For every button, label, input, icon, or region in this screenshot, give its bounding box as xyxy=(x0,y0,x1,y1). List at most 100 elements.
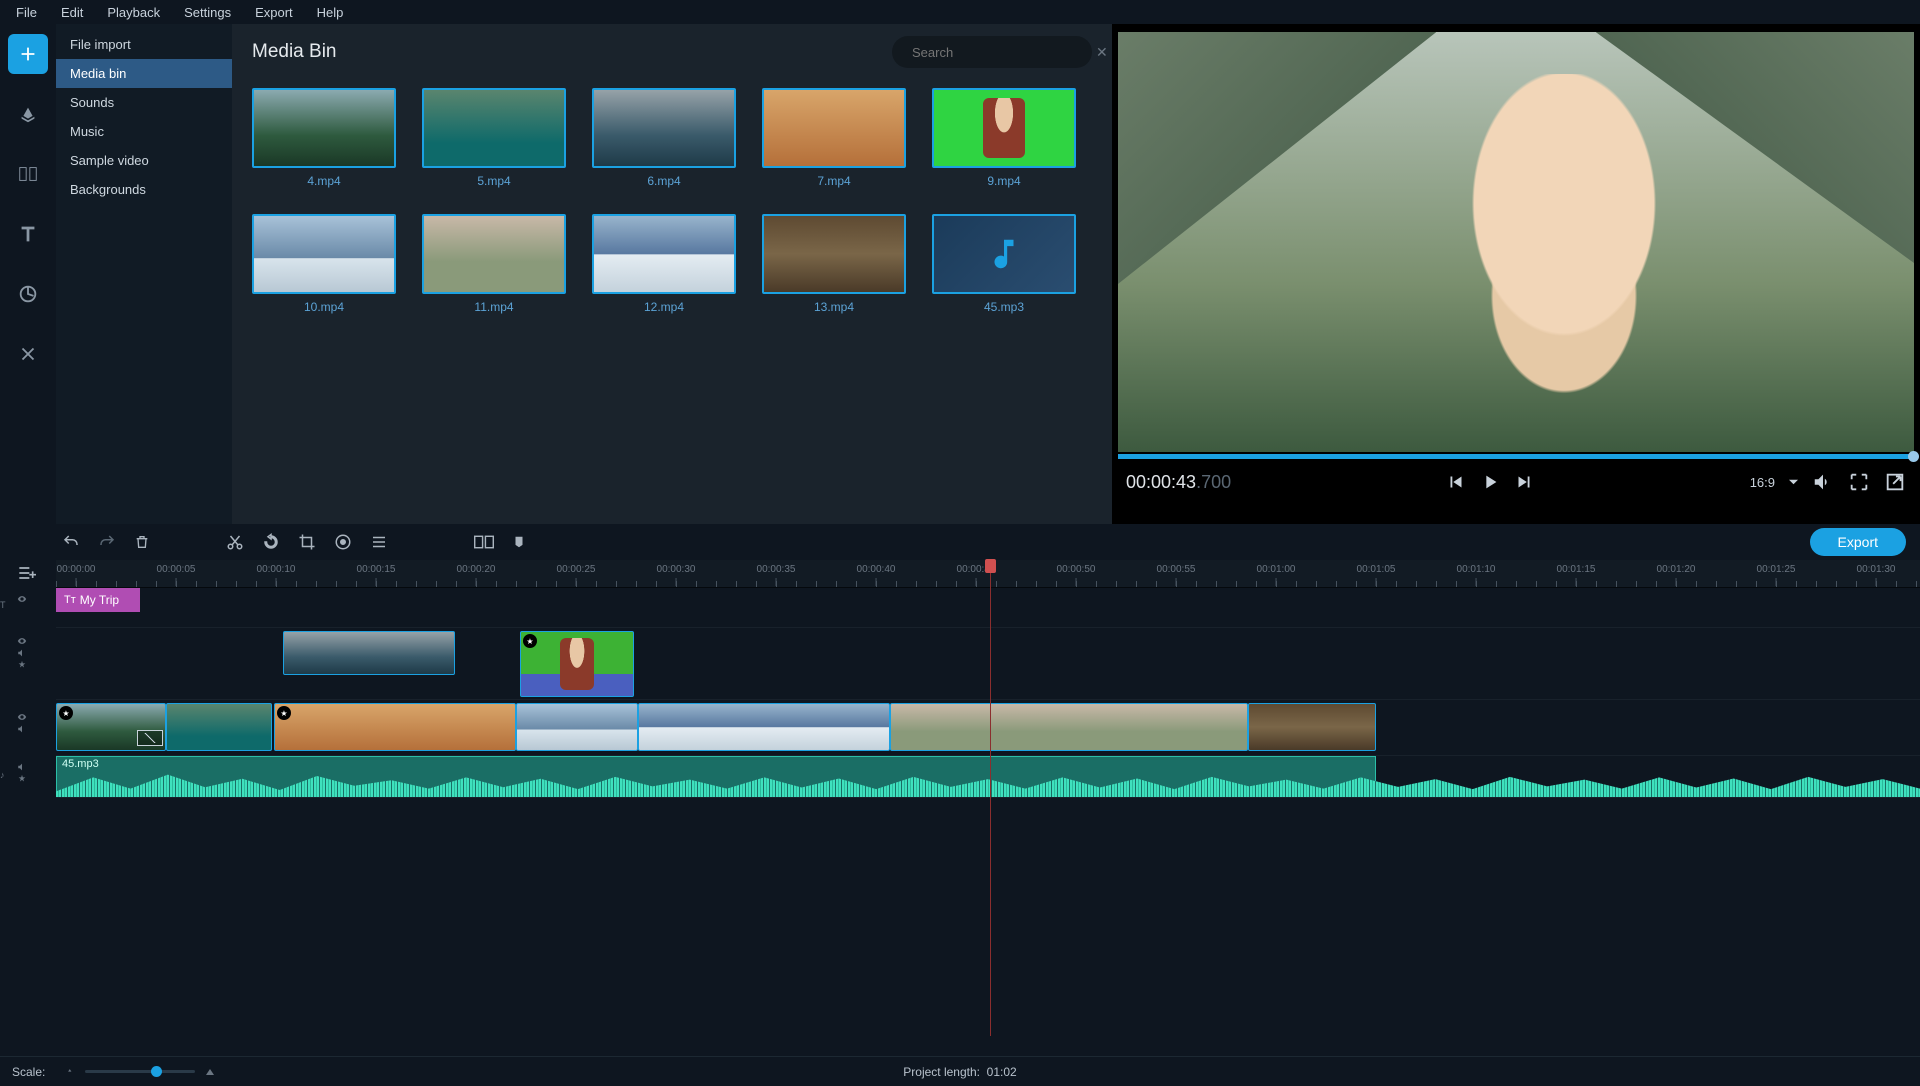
popout-icon[interactable] xyxy=(1884,471,1906,493)
media-thumb[interactable]: 9.mp4 xyxy=(932,88,1076,188)
media-thumb-label: 10.mp4 xyxy=(304,300,344,314)
ruler-tick: 00:00:55 xyxy=(1157,564,1196,575)
video-clip[interactable] xyxy=(516,703,638,751)
rotate-icon[interactable] xyxy=(262,533,280,551)
ruler-tick: 00:01:25 xyxy=(1757,564,1796,575)
add-track-icon[interactable] xyxy=(16,563,36,583)
rail-import-icon[interactable] xyxy=(8,34,48,74)
sidebar-item-sample-video[interactable]: Sample video xyxy=(56,146,232,175)
track-audio-type-icon: ♪ xyxy=(0,770,5,780)
media-thumb-label: 45.mp3 xyxy=(984,300,1024,314)
ruler-tick: 00:00:10 xyxy=(257,564,296,575)
undo-icon[interactable] xyxy=(62,533,80,551)
media-thumb[interactable]: 4.mp4 xyxy=(252,88,396,188)
ruler-tick: 00:00:50 xyxy=(1057,564,1096,575)
preview-controls: 00:00:43.700 16:9 xyxy=(1118,459,1914,505)
sidebar-item-backgrounds[interactable]: Backgrounds xyxy=(56,175,232,204)
overlay-clip[interactable]: ★ xyxy=(520,631,634,697)
aspect-ratio[interactable]: 16:9 xyxy=(1750,475,1775,490)
volume-icon[interactable] xyxy=(1812,471,1834,493)
track-overlay-controls[interactable] xyxy=(16,636,28,670)
sidebar-item-media-bin[interactable]: Media bin xyxy=(56,59,232,88)
crop-icon[interactable] xyxy=(298,533,316,551)
left-rail xyxy=(0,24,56,524)
track-title-controls[interactable] xyxy=(16,594,28,604)
ruler-tick: 00:01:05 xyxy=(1357,564,1396,575)
ruler-tick: 00:00:30 xyxy=(657,564,696,575)
marker-icon[interactable] xyxy=(512,533,526,551)
ruler-tick: 00:01:30 xyxy=(1857,564,1896,575)
menu-bar: File Edit Playback Settings Export Help xyxy=(0,0,1920,24)
media-thumb[interactable]: 10.mp4 xyxy=(252,214,396,314)
export-button[interactable]: Export xyxy=(1810,528,1906,556)
ruler-tick: 00:00:05 xyxy=(157,564,196,575)
transition-icon[interactable] xyxy=(474,533,494,551)
prev-frame-icon[interactable] xyxy=(1445,471,1467,493)
sidebar-item-file-import[interactable]: File import xyxy=(56,30,232,59)
video-clip[interactable] xyxy=(166,703,272,751)
media-thumb-label: 9.mp4 xyxy=(987,174,1020,188)
sidebar: File import Media bin Sounds Music Sampl… xyxy=(56,24,232,524)
sidebar-item-sounds[interactable]: Sounds xyxy=(56,88,232,117)
timeline-toolbar: Export xyxy=(0,524,1920,560)
next-frame-icon[interactable] xyxy=(1513,471,1535,493)
menu-edit[interactable]: Edit xyxy=(49,5,95,20)
zoom-in-icon[interactable] xyxy=(203,1066,217,1078)
timecode: 00:00:43.700 xyxy=(1126,472,1231,493)
menu-export[interactable]: Export xyxy=(243,5,305,20)
rail-transitions-icon[interactable] xyxy=(8,154,48,194)
record-icon[interactable] xyxy=(334,533,352,551)
search-input[interactable] xyxy=(912,45,1088,60)
audio-clip[interactable]: 45.mp3 xyxy=(56,756,1376,792)
play-icon[interactable] xyxy=(1479,471,1501,493)
menu-file[interactable]: File xyxy=(4,5,49,20)
redo-icon[interactable] xyxy=(98,533,116,551)
video-clip[interactable] xyxy=(638,703,890,751)
menu-help[interactable]: Help xyxy=(305,5,356,20)
rail-effects-icon[interactable] xyxy=(8,94,48,134)
media-thumb[interactable]: 6.mp4 xyxy=(592,88,736,188)
media-thumb-label: 6.mp4 xyxy=(647,174,680,188)
sidebar-item-music[interactable]: Music xyxy=(56,117,232,146)
cut-icon[interactable] xyxy=(226,533,244,551)
media-thumb[interactable]: 45.mp3 xyxy=(932,214,1076,314)
scale-label: Scale: xyxy=(12,1065,45,1079)
media-thumb[interactable]: 7.mp4 xyxy=(762,88,906,188)
playhead[interactable] xyxy=(990,560,991,1036)
zoom-out-icon[interactable] xyxy=(65,1067,77,1077)
media-thumb[interactable]: 13.mp4 xyxy=(762,214,906,314)
track-video[interactable]: ★★ xyxy=(56,700,1920,756)
rail-stickers-icon[interactable] xyxy=(8,274,48,314)
video-clip[interactable] xyxy=(1248,703,1376,751)
title-clip[interactable]: Tᴛ My Trip xyxy=(56,588,140,612)
fullscreen-icon[interactable] xyxy=(1848,471,1870,493)
video-clip[interactable] xyxy=(890,703,1248,751)
media-thumb-label: 7.mp4 xyxy=(817,174,850,188)
media-thumb[interactable]: 11.mp4 xyxy=(422,214,566,314)
media-thumb[interactable]: 5.mp4 xyxy=(422,88,566,188)
trash-icon[interactable] xyxy=(134,534,150,550)
media-thumb-label: 4.mp4 xyxy=(307,174,340,188)
rail-tools-icon[interactable] xyxy=(8,334,48,374)
preview-progress[interactable] xyxy=(1118,454,1914,459)
chevron-down-icon[interactable] xyxy=(1789,478,1798,487)
rail-titles-icon[interactable] xyxy=(8,214,48,254)
menu-playback[interactable]: Playback xyxy=(95,5,172,20)
menu-settings[interactable]: Settings xyxy=(172,5,243,20)
media-thumb[interactable]: 12.mp4 xyxy=(592,214,736,314)
video-clip[interactable]: ★ xyxy=(56,703,166,751)
overlay-clip[interactable] xyxy=(283,631,455,675)
track-audio-controls[interactable] xyxy=(16,762,28,784)
main-area: File import Media bin Sounds Music Sampl… xyxy=(0,24,1920,524)
scale-slider[interactable] xyxy=(85,1070,195,1073)
properties-icon[interactable] xyxy=(370,533,388,551)
project-length: Project length: 01:02 xyxy=(903,1065,1016,1079)
preview-video[interactable] xyxy=(1118,32,1914,452)
track-overlay[interactable]: ★ xyxy=(56,628,1920,700)
track-video-controls[interactable] xyxy=(16,712,28,734)
video-clip[interactable]: ★ xyxy=(274,703,516,751)
track-title[interactable]: T Tᴛ My Trip xyxy=(56,588,1920,628)
ruler-tick: 00:00:15 xyxy=(357,564,396,575)
track-audio[interactable]: ♪ 45.mp3 xyxy=(56,756,1920,798)
search-clear-icon[interactable]: ✕ xyxy=(1096,44,1108,61)
